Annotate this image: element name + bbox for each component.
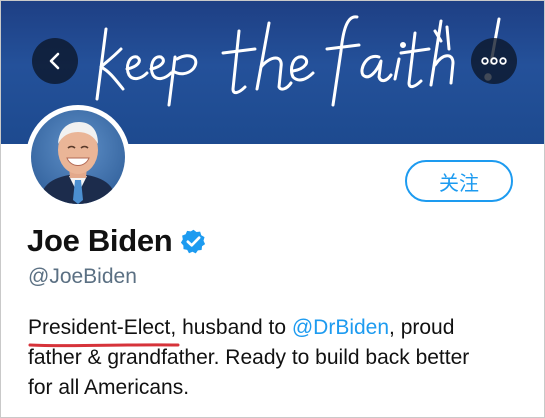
bio-title: President-Elect bbox=[28, 316, 180, 348]
mention-link[interactable]: @DrBiden bbox=[292, 316, 389, 339]
name-row: Joe Biden bbox=[27, 223, 207, 259]
display-name: Joe Biden bbox=[27, 223, 173, 258]
avatar[interactable] bbox=[26, 105, 130, 209]
avatar-photo bbox=[31, 110, 125, 204]
chevron-left-icon bbox=[49, 52, 60, 70]
profile-screen: 关注 Joe Biden @JoeBiden President-Elect, … bbox=[0, 0, 545, 418]
more-horizontal-icon bbox=[481, 57, 507, 65]
user-handle: @JoeBiden bbox=[28, 265, 137, 288]
follow-button[interactable]: 关注 bbox=[405, 160, 513, 202]
red-underline-annotation bbox=[28, 343, 180, 348]
bio-line-3: for all Americans. bbox=[28, 376, 190, 399]
bio-line-1: President-Elect, husband to @DrBiden, pr… bbox=[28, 313, 528, 348]
back-button[interactable] bbox=[32, 38, 78, 84]
profile-bio: President-Elect, husband to @DrBiden, pr… bbox=[28, 313, 528, 403]
more-options-button[interactable] bbox=[471, 38, 517, 84]
verified-badge-icon bbox=[181, 229, 206, 253]
